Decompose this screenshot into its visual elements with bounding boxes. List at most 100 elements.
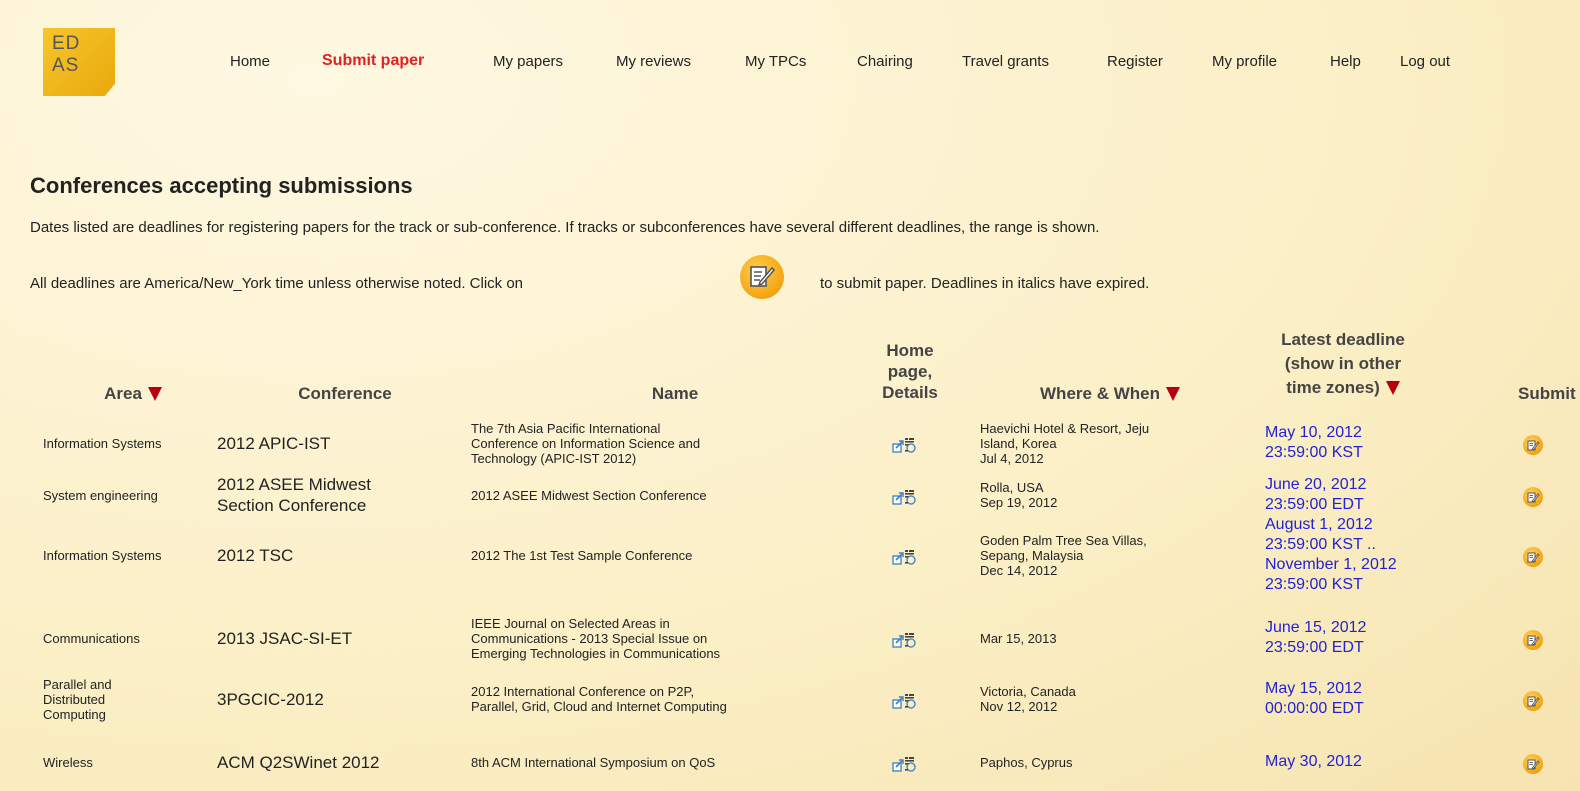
submit-paper-button[interactable] xyxy=(1523,487,1543,507)
row-area: Communications xyxy=(43,631,140,646)
row-where: Haevichi Hotel & Resort, Jeju Island, Kor… xyxy=(980,421,1149,466)
row-where-line: Nov 12, 2012 xyxy=(980,699,1058,714)
row-deadline-line: May 30, 2012 xyxy=(1265,753,1362,770)
col-header-where[interactable]: Where & When xyxy=(1010,383,1210,404)
row-area-line: Distributed xyxy=(43,691,106,707)
home-details-link-icon[interactable] xyxy=(892,489,916,505)
row-deadline[interactable]: May 10, 2012 23:59:00 KST xyxy=(1265,423,1363,463)
row-where-line: Victoria, Canada xyxy=(980,684,1076,699)
row-where-line: Rolla, USA xyxy=(980,480,1044,495)
intro-text-2: All deadlines are America/New_York time … xyxy=(30,275,1149,292)
row-deadline-line: June 20, 2012 xyxy=(1265,476,1367,493)
row-where-line: Sep 19, 2012 xyxy=(980,495,1058,510)
row-where-line: Island, Korea xyxy=(980,435,1057,451)
row-conference-line: 2012 APIC-IST xyxy=(217,433,331,453)
logo-line-1: ED xyxy=(52,33,81,54)
col-header-home: Home page, Details xyxy=(855,340,965,403)
row-area-line: Parallel and xyxy=(43,676,112,692)
nav-travel-grants[interactable]: Travel grants xyxy=(962,53,1049,70)
row-area: Parallel and Distributed Computing xyxy=(43,677,112,722)
intro-text: Dates listed are deadlines for registeri… xyxy=(30,219,1100,236)
sort-down-icon[interactable] xyxy=(147,387,162,401)
row-deadline-line: 00:00:00 EDT xyxy=(1265,700,1364,717)
nav-register[interactable]: Register xyxy=(1107,53,1163,70)
row-area-line: System engineering xyxy=(43,487,158,503)
row-where: Rolla, USA Sep 19, 2012 xyxy=(980,480,1057,510)
col-header-area[interactable]: Area xyxy=(78,383,188,404)
row-where-line: Dec 14, 2012 xyxy=(980,562,1058,578)
col-deadline-label-2: (show in other xyxy=(1284,354,1402,373)
row-conference: 2012 APIC-IST xyxy=(217,433,330,454)
row-conference-line: 2013 JSAC-SI-ET xyxy=(217,628,353,648)
edas-logo[interactable]: ED AS xyxy=(43,28,115,96)
nav-home[interactable]: Home xyxy=(230,53,270,70)
row-name: 8th ACM International Symposium on QoS xyxy=(471,755,715,770)
sort-down-icon[interactable] xyxy=(1385,381,1400,395)
row-area-line: Communications xyxy=(43,630,140,646)
sort-down-icon[interactable] xyxy=(1165,387,1180,401)
row-name: 2012 ASEE Midwest Section Conference xyxy=(471,488,707,503)
row-area-line: Wireless xyxy=(43,754,93,770)
row-deadline[interactable]: May 30, 2012 xyxy=(1265,752,1362,772)
row-area-line: Computing xyxy=(43,706,106,722)
row-where: Goden Palm Tree Sea Villas, Sepang, Malay… xyxy=(980,533,1147,578)
row-conference-line: ACM Q2SWinet 2012 xyxy=(217,752,380,772)
row-name-line: 2012 The 1st Test Sample Conference xyxy=(471,547,693,563)
nav-my-reviews[interactable]: My reviews xyxy=(616,53,691,70)
row-where: Victoria, Canada Nov 12, 2012 xyxy=(980,684,1076,714)
row-deadline-line: May 15, 2012 xyxy=(1265,680,1362,697)
row-deadline-line: 23:59:00 EDT xyxy=(1265,639,1364,656)
nav-submit-paper[interactable]: Submit paper xyxy=(322,52,424,70)
row-where-line: Mar 15, 2013 xyxy=(980,630,1057,646)
row-deadline-line: August 1, 2012 xyxy=(1265,516,1373,533)
nav-my-papers[interactable]: My papers xyxy=(493,53,563,70)
row-where: Mar 15, 2013 xyxy=(980,631,1057,646)
row-deadline-line: 23:59:00 EDT xyxy=(1265,496,1364,513)
row-deadline[interactable]: June 20, 2012 23:59:00 EDT xyxy=(1265,475,1366,515)
home-details-link-icon[interactable] xyxy=(892,632,916,648)
col-where-label: Where & When xyxy=(1040,384,1160,403)
row-conference: ACM Q2SWinet 2012 xyxy=(217,752,380,773)
nav-help[interactable]: Help xyxy=(1330,53,1361,70)
row-name-line: 8th ACM International Symposium on QoS xyxy=(471,754,716,770)
row-deadline-line: November 1, 2012 xyxy=(1265,556,1397,573)
col-home-label-3: Details xyxy=(882,383,938,402)
row-area: Wireless xyxy=(43,755,93,770)
row-conference-line: 3PGCIC-2012 xyxy=(217,689,324,709)
row-where-line: Goden Palm Tree Sea Villas, xyxy=(980,532,1147,548)
submit-paper-button[interactable] xyxy=(1523,691,1543,711)
home-details-link-icon[interactable] xyxy=(892,549,916,565)
submit-paper-button[interactable] xyxy=(1523,435,1543,455)
col-home-label-2: page, xyxy=(887,362,933,381)
col-header-name[interactable]: Name xyxy=(600,383,750,404)
nav-my-profile[interactable]: My profile xyxy=(1212,53,1277,70)
intro-text-2a: All deadlines are America/New_York time … xyxy=(30,275,524,292)
row-deadline[interactable]: August 1, 2012 23:59:00 KST .. November 1,… xyxy=(1265,515,1397,595)
row-name-line: IEEE Journal on Selected Areas in xyxy=(471,615,670,631)
submit-paper-button[interactable] xyxy=(1523,754,1543,774)
col-header-conference[interactable]: Conference xyxy=(260,383,430,404)
home-details-link-icon[interactable] xyxy=(892,437,916,453)
row-area-line: Information Systems xyxy=(43,547,162,563)
row-conference: 2012 TSC xyxy=(217,545,293,566)
row-where: Paphos, Cyprus xyxy=(980,755,1073,770)
home-details-link-icon[interactable] xyxy=(892,693,916,709)
col-header-deadline[interactable]: Latest deadline (show in other time zone… xyxy=(1248,328,1438,400)
submit-paper-button[interactable] xyxy=(1523,547,1543,567)
row-deadline[interactable]: May 15, 2012 00:00:00 EDT xyxy=(1265,679,1364,719)
row-name-line: 2012 International Conference on P2P, xyxy=(471,684,695,699)
nav-chairing[interactable]: Chairing xyxy=(857,53,913,70)
submit-paper-button[interactable] xyxy=(1523,630,1543,650)
row-area: System engineering xyxy=(43,488,158,503)
row-deadline[interactable]: June 15, 2012 23:59:00 EDT xyxy=(1265,618,1366,658)
home-details-link-icon[interactable] xyxy=(892,756,916,772)
row-conference-line: 2012 TSC xyxy=(217,545,294,565)
row-area: Information Systems xyxy=(43,548,162,563)
row-name-line: Technology (APIC-IST 2012) xyxy=(471,450,637,466)
col-deadline-label-1: Latest deadline xyxy=(1281,330,1405,349)
row-name: 2012 International Conference on P2P, Par… xyxy=(471,684,727,714)
row-deadline-line: 23:59:00 KST xyxy=(1265,444,1363,461)
nav-my-tpcs[interactable]: My TPCs xyxy=(745,53,806,70)
row-name-line: Emerging Technologies in Communications xyxy=(471,645,721,661)
nav-log-out[interactable]: Log out xyxy=(1400,53,1450,70)
